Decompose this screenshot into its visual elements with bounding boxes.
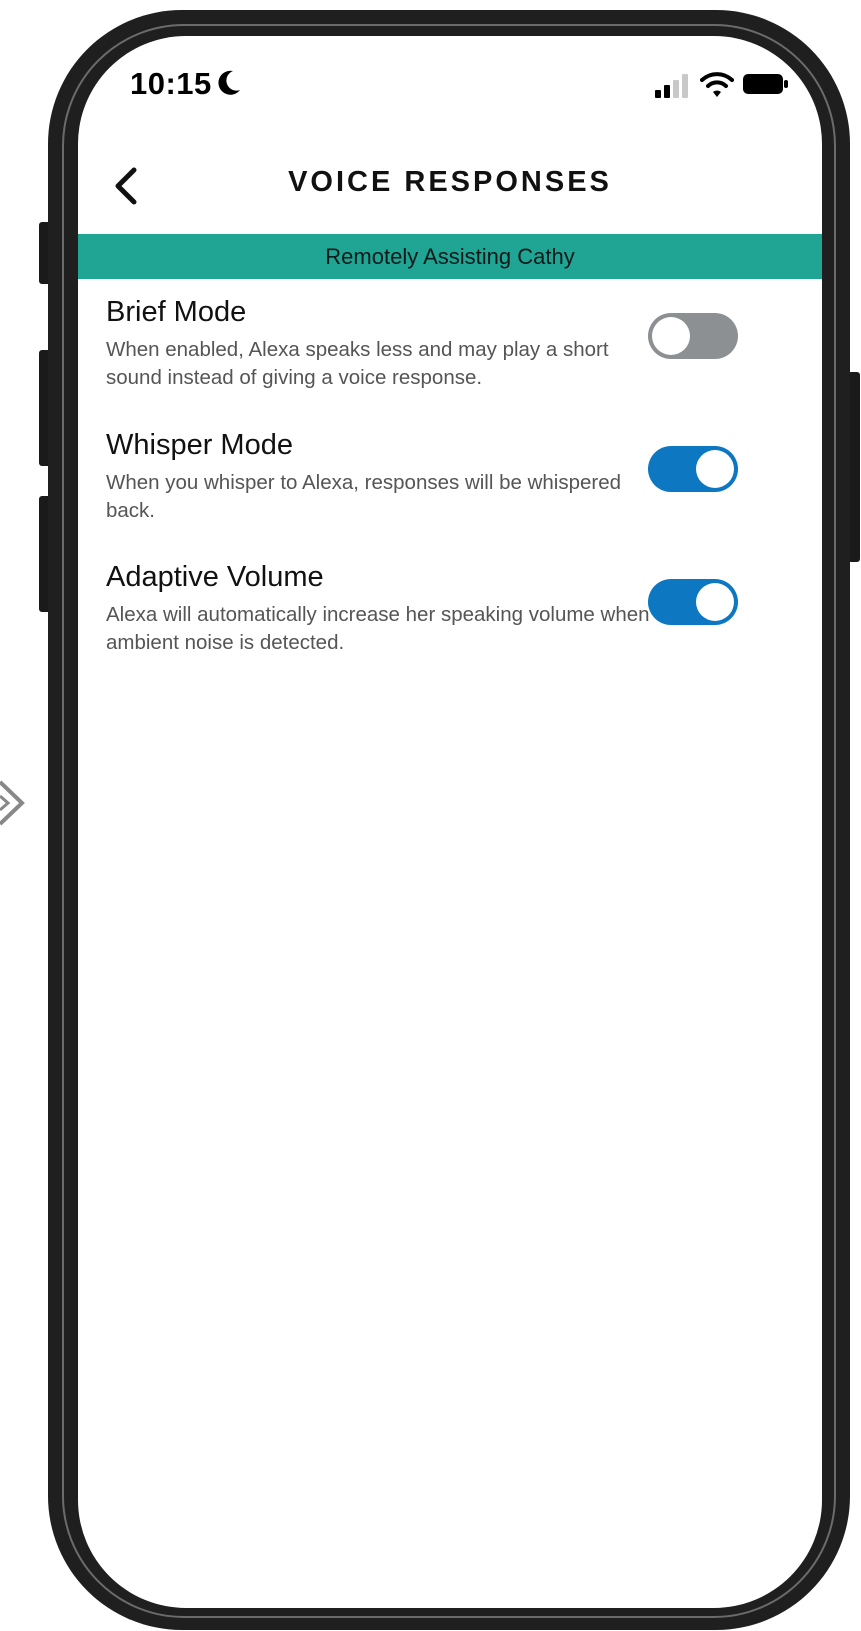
moon-icon bbox=[218, 70, 240, 95]
signal-icon bbox=[655, 74, 688, 98]
toggle-knob bbox=[696, 450, 734, 488]
setting-description: Alexa will automatically increase her sp… bbox=[106, 603, 650, 654]
page-title: VOICE RESPONSES bbox=[288, 166, 612, 198]
whisper-mode-toggle[interactable] bbox=[648, 446, 738, 492]
battery-icon bbox=[743, 74, 788, 94]
setting-description: When enabled, Alexa speaks less and may … bbox=[106, 338, 609, 389]
setting-description: When you whisper to Alexa, responses wil… bbox=[106, 471, 622, 522]
phone-screen: 10:15 VOICE RESPONSES Remotely Assisting… bbox=[78, 36, 822, 1608]
remote-assist-banner: Remotely Assisting Cathy bbox=[78, 234, 822, 279]
nav-header: VOICE RESPONSES bbox=[78, 146, 822, 226]
status-time: 10:15 bbox=[130, 66, 212, 101]
stage: 10:15 VOICE RESPONSES Remotely Assisting… bbox=[0, 0, 861, 1631]
status-bar: 10:15 bbox=[78, 36, 822, 126]
adaptive-volume-toggle[interactable] bbox=[648, 579, 738, 625]
wifi-icon bbox=[700, 72, 734, 97]
toggle-knob bbox=[652, 317, 690, 355]
brief-mode-toggle[interactable] bbox=[648, 313, 738, 359]
toggle-knob bbox=[696, 583, 734, 621]
arrow-icon bbox=[0, 780, 25, 826]
